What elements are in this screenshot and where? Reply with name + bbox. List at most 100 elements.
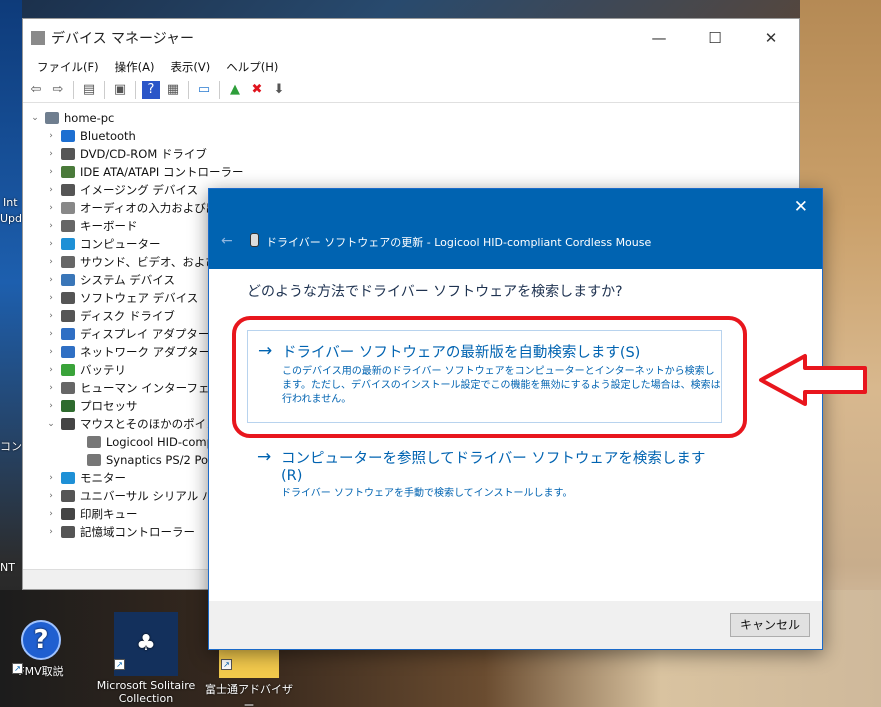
toolbar-separator <box>73 80 74 99</box>
device-category-icon <box>61 184 75 196</box>
tree-item-label: Logicool HID-compl <box>106 435 218 449</box>
tree-item-label: モニター <box>80 471 126 485</box>
device-category-icon <box>61 274 75 286</box>
device-category-icon <box>61 382 75 394</box>
minimize-button[interactable]: — <box>631 29 687 47</box>
browse-computer-label: コンピューターを参照してドライバー ソフトウェアを検索します(R) <box>281 451 706 484</box>
device-category-icon <box>61 220 75 232</box>
expand-chevron-icon[interactable]: › <box>45 167 57 177</box>
expand-chevron-icon[interactable]: › <box>45 347 57 357</box>
collapse-chevron-icon[interactable]: ⌄ <box>29 113 41 123</box>
tree-item-label: DVD/CD-ROM ドライブ <box>80 147 207 161</box>
tree-item-label: 記憶域コントローラー <box>80 525 195 539</box>
expand-chevron-icon[interactable]: › <box>45 149 57 159</box>
dialog-title: ドライバー ソフトウェアの更新 - Logicool HID-compliant… <box>266 236 652 249</box>
monitor-icon[interactable]: ▭ <box>195 81 213 99</box>
expand-chevron-icon[interactable]: › <box>45 527 57 537</box>
expand-chevron-icon[interactable]: › <box>45 257 57 267</box>
tree-category-item[interactable]: › Bluetooth <box>23 127 801 145</box>
show-hide-tree-icon[interactable]: ▤ <box>80 81 98 99</box>
tree-item-label: コンピューター <box>80 237 161 251</box>
expand-chevron-icon[interactable]: › <box>45 311 57 321</box>
mouse-device-icon <box>250 233 259 247</box>
shortcut-arrow-icon: ↗ <box>12 663 23 674</box>
desktop-icon-label: 富士通アドバイザー <box>205 683 293 707</box>
tree-item-label: イメージング デバイス <box>80 183 199 197</box>
expand-chevron-icon[interactable]: › <box>45 491 57 501</box>
annotation-arrow-icon <box>759 354 867 406</box>
tree-item-label: IDE ATA/ATAPI コントローラー <box>80 165 244 179</box>
device-category-icon <box>61 508 75 520</box>
forward-arrow-icon[interactable]: ⇨ <box>49 81 67 99</box>
menu-action[interactable]: 操作(A) <box>107 57 163 77</box>
desktop-icon-label: Microsoft Solitaire Collection <box>96 679 196 705</box>
device-category-icon <box>61 490 75 502</box>
expand-chevron-icon[interactable]: › <box>45 473 57 483</box>
expand-chevron-icon[interactable]: › <box>45 329 57 339</box>
desktop-partial-label: コン <box>0 440 22 453</box>
tree-item-label: ネットワーク アダプター <box>80 345 211 359</box>
expand-chevron-icon[interactable]: › <box>45 509 57 519</box>
device-category-icon <box>61 292 75 304</box>
expand-chevron-icon[interactable]: › <box>45 401 57 411</box>
desktop-partial-label: NT <box>0 561 15 574</box>
browse-computer-description: ドライバー ソフトウェアを手動で検索してインストールします。 <box>281 488 573 499</box>
browse-computer-option[interactable]: → コンピューターを参照してドライバー ソフトウェアを検索します(R) ドライバ… <box>247 437 722 499</box>
toolbar-separator <box>219 80 220 99</box>
device-category-icon <box>61 526 75 538</box>
menu-bar: ファイル(F) 操作(A) 表示(V) ヘルプ(H) <box>23 57 799 77</box>
title-bar[interactable]: デバイス マネージャー — ☐ ✕ <box>23 19 799 57</box>
toolbar-separator <box>104 80 105 99</box>
menu-help[interactable]: ヘルプ(H) <box>218 57 286 77</box>
maximize-button[interactable]: ☐ <box>687 29 743 47</box>
back-arrow-icon[interactable]: ⇦ <box>27 81 45 99</box>
right-arrow-icon: → <box>257 447 272 467</box>
tree-item-label: ディスプレイ アダプター <box>80 327 210 341</box>
device-category-icon <box>61 256 75 268</box>
close-button[interactable]: ✕ <box>743 29 799 47</box>
toolbar-separator <box>135 80 136 99</box>
uninstall-x-icon[interactable]: ✖ <box>248 81 266 99</box>
tree-category-item[interactable]: › IDE ATA/ATAPI コントローラー <box>23 163 801 181</box>
desktop-icon-solitaire[interactable]: ♣ Microsoft Solitaire Collection <box>96 612 196 705</box>
device-category-icon <box>61 238 75 250</box>
cancel-button[interactable]: キャンセル <box>730 613 810 637</box>
expand-chevron-icon[interactable]: › <box>45 221 57 231</box>
back-arrow-icon[interactable]: ← <box>221 233 233 249</box>
tree-item-label: キーボード <box>80 219 138 233</box>
expand-chevron-icon[interactable]: › <box>45 275 57 285</box>
device-category-icon <box>61 400 75 412</box>
device-category-icon <box>87 454 101 466</box>
desktop-partial-label: Upd <box>0 212 23 225</box>
expand-chevron-icon[interactable]: › <box>45 383 57 393</box>
toolbar: ⇦ ⇨ ▤ ▣ ? ▦ ▭ ▲ ✖ ⬇ <box>23 77 799 103</box>
dialog-question: どのような方法でドライバー ソフトウェアを検索しますか? <box>247 284 623 300</box>
dialog-close-button[interactable]: ✕ <box>794 197 808 217</box>
tree-item-label: プロセッサ <box>80 399 138 413</box>
expand-chevron-icon[interactable]: › <box>45 185 57 195</box>
help-icon[interactable]: ? <box>142 80 160 99</box>
tree-item-label: ディスク ドライブ <box>80 309 175 323</box>
device-category-icon <box>61 364 75 376</box>
collapse-chevron-icon[interactable]: ⌄ <box>45 419 57 429</box>
tree-category-item[interactable]: › DVD/CD-ROM ドライブ <box>23 145 801 163</box>
device-category-icon <box>61 130 75 142</box>
properties-icon[interactable]: ▣ <box>111 81 129 99</box>
device-category-icon <box>61 202 75 214</box>
device-category-icon <box>61 166 75 178</box>
update-driver-icon[interactable]: ▲ <box>226 81 244 99</box>
expand-chevron-icon[interactable]: › <box>45 131 57 141</box>
dialog-header: ✕ ← ドライバー ソフトウェアの更新 - Logicool HID-compl… <box>209 189 822 269</box>
download-circle-icon[interactable]: ⬇ <box>270 81 288 99</box>
expand-chevron-icon[interactable]: › <box>45 293 57 303</box>
menu-view[interactable]: 表示(V) <box>162 57 218 77</box>
expand-chevron-icon[interactable]: › <box>45 203 57 213</box>
device-category-icon <box>61 472 75 484</box>
expand-chevron-icon[interactable]: › <box>45 365 57 375</box>
device-category-icon <box>61 418 75 430</box>
expand-chevron-icon[interactable]: › <box>45 239 57 249</box>
menu-file[interactable]: ファイル(F) <box>29 57 107 77</box>
device-category-icon <box>61 328 75 340</box>
tree-root[interactable]: ⌄ home-pc <box>23 109 801 127</box>
view-icon[interactable]: ▦ <box>164 81 182 99</box>
